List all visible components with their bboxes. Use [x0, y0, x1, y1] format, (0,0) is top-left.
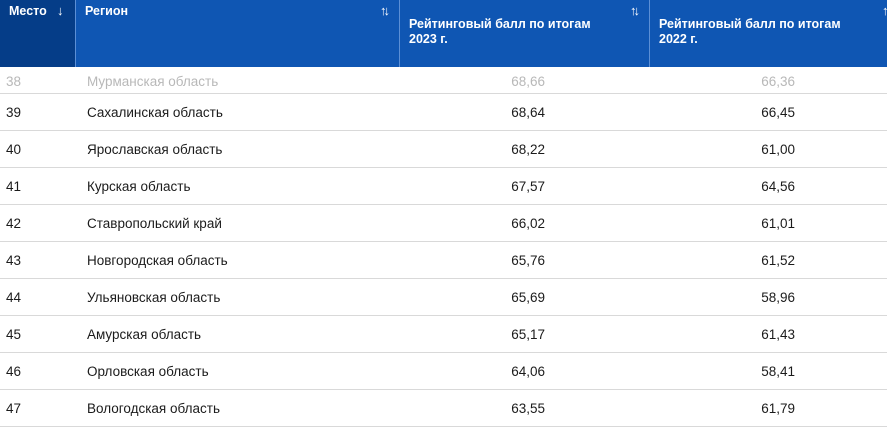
- table-row: 42 Ставропольский край 66,02 61,01: [0, 205, 887, 242]
- cell-score-2022: 61,79: [761, 401, 795, 416]
- cell-score-2023: 65,17: [511, 327, 545, 342]
- cell-score-2023: 68,22: [511, 142, 545, 157]
- cell-rank: 46: [6, 364, 22, 379]
- cell-score-2023: 63,55: [511, 401, 545, 416]
- sort-toggle-icon[interactable]: ↑↓: [380, 3, 390, 19]
- cell-rank: 44: [6, 290, 22, 305]
- cell-rank: 45: [6, 327, 22, 342]
- column-header-score-2023-label: Рейтинговый балл по итогам 2023 г.: [409, 17, 617, 47]
- sort-toggle-icon[interactable]: ↑↓: [882, 3, 887, 19]
- column-header-region[interactable]: Регион ↑↓: [76, 0, 400, 67]
- column-header-score-2023[interactable]: Рейтинговый балл по итогам 2023 г. ↑↓: [400, 0, 650, 67]
- sort-toggle-icon[interactable]: ↑↓: [630, 3, 640, 19]
- cell-score-2023: 66,02: [511, 216, 545, 231]
- cell-score-2023: 67,57: [511, 179, 545, 194]
- table-row: 41 Курская область 67,57 64,56: [0, 168, 887, 205]
- cell-region: Ульяновская область: [87, 290, 221, 305]
- cell-score-2023: 68,64: [511, 105, 545, 120]
- cell-score-2023: 65,69: [511, 290, 545, 305]
- cell-score-2023: 65,76: [511, 253, 545, 268]
- cell-rank: 41: [6, 179, 22, 194]
- column-header-place[interactable]: Место ↓: [0, 0, 76, 67]
- column-header-region-label: Регион: [85, 4, 129, 18]
- cell-region: Ярославская область: [87, 142, 223, 157]
- sort-descending-icon[interactable]: ↓: [57, 3, 64, 19]
- column-header-score-2023-line1: Рейтинговый балл по итогам: [409, 17, 591, 31]
- table-header: Место ↓ Регион ↑↓ Рейтинговый балл по ит…: [0, 0, 887, 67]
- cell-region: Орловская область: [87, 364, 209, 379]
- cell-region: Вологодская область: [87, 401, 220, 416]
- column-header-score-2023-line2: 2023 г.: [409, 32, 448, 46]
- cell-score-2022: 61,01: [761, 216, 795, 231]
- table-row: 44 Ульяновская область 65,69 58,96: [0, 279, 887, 316]
- column-header-score-2022[interactable]: Рейтинговый балл по итогам 2022 г. ↑↓: [650, 0, 887, 67]
- cell-score-2022: 58,41: [761, 364, 795, 379]
- cell-score-2022: 61,52: [761, 253, 795, 268]
- cell-score-2022: 61,00: [761, 142, 795, 157]
- cell-score-2022: 61,43: [761, 327, 795, 342]
- column-header-score-2022-label: Рейтинговый балл по итогам 2022 г.: [659, 17, 855, 47]
- column-header-score-2022-line2: 2022 г.: [659, 32, 698, 46]
- rating-table: Место ↓ Регион ↑↓ Рейтинговый балл по ит…: [0, 0, 887, 427]
- cell-region: Курская область: [87, 179, 191, 194]
- cell-score-2023: 64,06: [511, 364, 545, 379]
- cell-region: Ставропольский край: [87, 216, 222, 231]
- table-row: 39 Сахалинская область 68,64 66,45: [0, 94, 887, 131]
- table-body: 38 Мурманская область 68,66 66,36 39 Сах…: [0, 56, 887, 427]
- cell-rank: 40: [6, 142, 22, 157]
- cell-score-2022: 58,96: [761, 290, 795, 305]
- cell-region: Сахалинская область: [87, 105, 223, 120]
- table-row: 40 Ярославская область 68,22 61,00: [0, 131, 887, 168]
- cell-score-2022: 66,45: [761, 105, 795, 120]
- cell-rank: 47: [6, 401, 22, 416]
- table-row: 43 Новгородская область 65,76 61,52: [0, 242, 887, 279]
- cell-region: Новгородская область: [87, 253, 228, 268]
- cell-rank: 39: [6, 105, 22, 120]
- table-row: 46 Орловская область 64,06 58,41: [0, 353, 887, 390]
- cell-rank: 43: [6, 253, 22, 268]
- cell-region: Амурская область: [87, 327, 202, 342]
- table-row: 47 Вологодская область 63,55 61,79: [0, 390, 887, 427]
- cell-rank: 42: [6, 216, 22, 231]
- cell-score-2022: 64,56: [761, 179, 795, 194]
- column-header-score-2022-line1: Рейтинговый балл по итогам: [659, 17, 841, 31]
- column-header-place-label: Место: [9, 4, 47, 18]
- table-row: 45 Амурская область 65,17 61,43: [0, 316, 887, 353]
